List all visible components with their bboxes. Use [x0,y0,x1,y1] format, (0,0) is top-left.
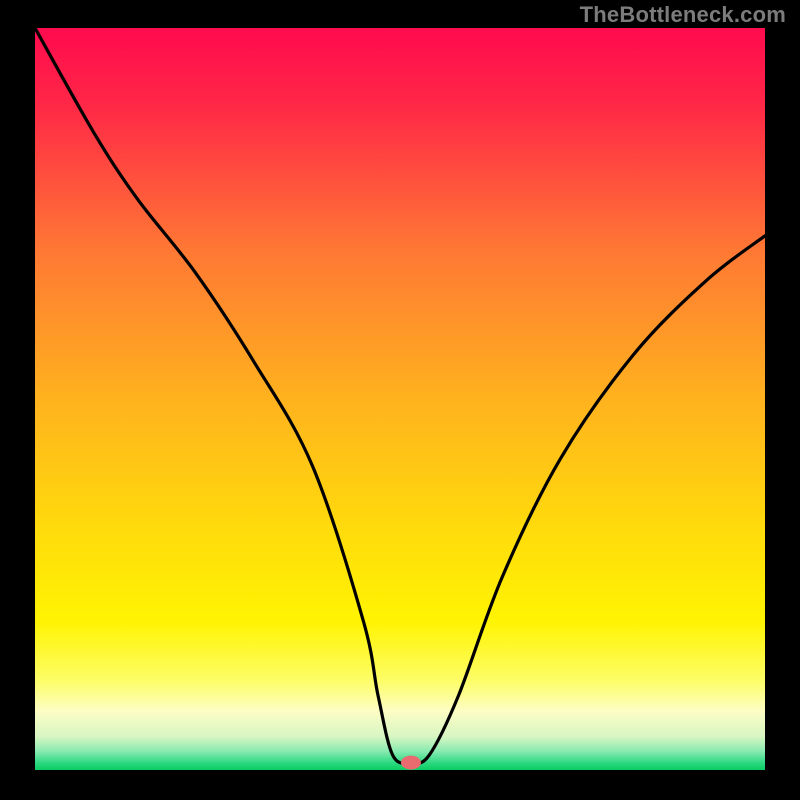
watermark-text: TheBottleneck.com [580,2,786,28]
chart-frame: TheBottleneck.com [0,0,800,800]
bottleneck-chart [0,0,800,800]
optimal-point-marker [401,756,421,770]
gradient-background [35,28,765,770]
